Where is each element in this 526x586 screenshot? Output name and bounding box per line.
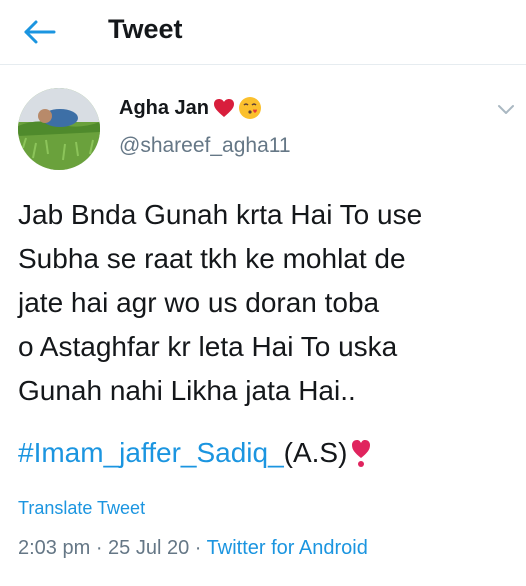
- meta-separator: ·: [95, 537, 109, 559]
- author-handle[interactable]: @shareef_agha11: [119, 134, 291, 158]
- page-title: Tweet: [108, 14, 183, 44]
- tweet-line: Jab Bnda Gunah krta Hai To use: [18, 199, 423, 230]
- meta-separator: ·: [194, 537, 207, 559]
- back-button[interactable]: [20, 14, 60, 50]
- avatar-image: [18, 88, 100, 170]
- hashtag-line: #Imam_jaffer_Sadiq_ (A.S): [18, 437, 371, 469]
- red-heart-emoji: [214, 99, 235, 117]
- author-name-text: Agha Jan: [119, 96, 210, 119]
- avatar[interactable]: [18, 88, 100, 170]
- chevron-down-icon[interactable]: [494, 100, 518, 120]
- tweet-line: Subha se raat tkh ke mohlat de: [18, 243, 406, 274]
- tweet-meta: 2:03 pm · 25 Jul 20 · Twitter for Androi…: [18, 537, 368, 560]
- back-arrow-icon: [24, 20, 56, 44]
- face-blowing-kiss-emoji: [239, 97, 262, 119]
- tweet-source-link[interactable]: Twitter for Android: [207, 537, 368, 559]
- translate-tweet-link[interactable]: Translate Tweet: [18, 498, 145, 519]
- heart-exclamation-emoji: [352, 440, 371, 467]
- tweet-text: Jab Bnda Gunah krta Hai To use Subha se …: [18, 193, 514, 413]
- hashtag-link[interactable]: #Imam_jaffer_Sadiq_: [18, 437, 284, 469]
- tweet-date: 25 Jul 20: [108, 537, 190, 559]
- tweet-line: jate hai agr wo us doran toba: [18, 287, 380, 318]
- tweet-time: 2:03 pm: [18, 537, 91, 559]
- hashtag-suffix: (A.S): [283, 437, 348, 468]
- author-name[interactable]: Agha Jan: [119, 96, 262, 120]
- top-bar: Tweet: [0, 0, 526, 65]
- tweet-line: Gunah nahi Likha jata Hai..: [18, 375, 356, 406]
- tweet-line: o Astaghfar kr leta Hai To uska: [18, 331, 398, 362]
